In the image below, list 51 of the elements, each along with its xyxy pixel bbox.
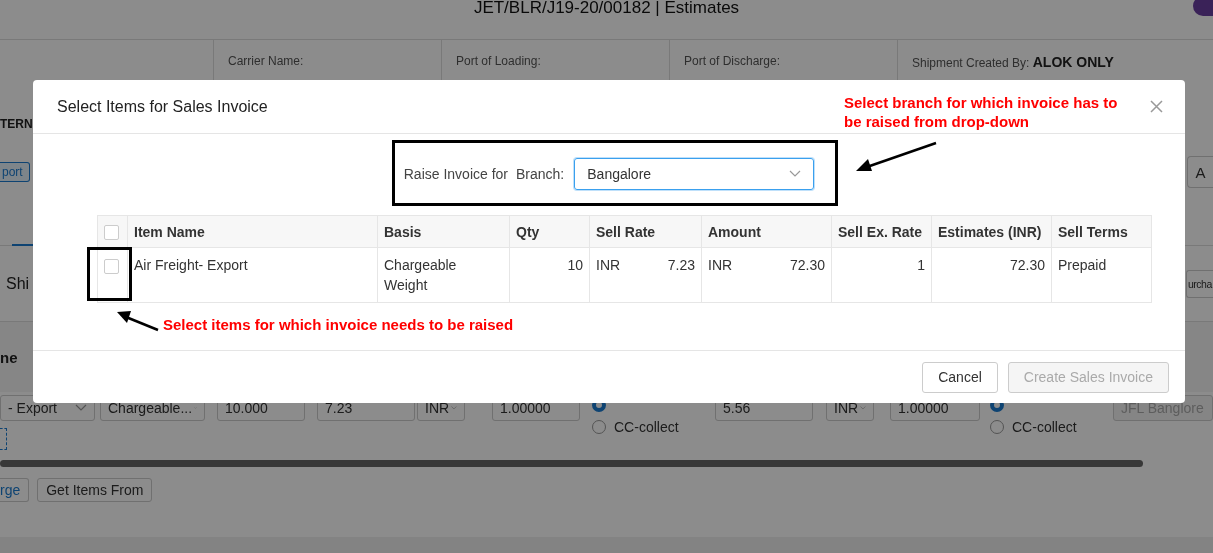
- caret-icon: [860, 404, 866, 412]
- currency-label: INR: [596, 256, 621, 275]
- section-title: Shi: [6, 274, 30, 293]
- table-header-cell: Sell Terms: [1051, 215, 1152, 248]
- table-header-cell: Sell Ex. Rate: [831, 215, 932, 248]
- mode-tag: port: [0, 162, 30, 182]
- radio-button[interactable]: [990, 420, 1004, 434]
- close-icon: [1150, 100, 1163, 113]
- highlight-frame: [87, 247, 132, 301]
- table-header-cell: Item Name: [127, 215, 378, 248]
- checkbox[interactable]: [104, 224, 119, 240]
- arrow-icon: [854, 141, 938, 173]
- branch-dropdown[interactable]: Bangalore: [574, 158, 815, 190]
- table-cell: 72.30: [931, 247, 1052, 303]
- branch-label: Branch:: [516, 166, 565, 182]
- table-cell: Air Freight- Export: [127, 247, 378, 303]
- dashed-box: [0, 428, 7, 450]
- column-header: ne: [0, 348, 18, 366]
- currency-label: INR: [708, 256, 733, 275]
- dialog-title: Select Items for Sales Invoice: [57, 97, 268, 116]
- radio-label: CC-collect: [614, 419, 679, 435]
- purchase-button[interactable]: urcha: [1186, 269, 1213, 298]
- caret-icon: [75, 404, 87, 412]
- radio-label: CC-collect: [1012, 419, 1077, 435]
- action-button[interactable]: A: [1187, 156, 1213, 188]
- company-name: TERN: [0, 117, 33, 131]
- table-cell: 10: [509, 247, 590, 303]
- radio-button[interactable]: [592, 420, 606, 434]
- table-header-cell: Estimates (INR): [931, 215, 1052, 248]
- page-title: JET/BLR/J19-20/00182 | Estimates: [473, 0, 740, 18]
- table-header-cell: Sell Rate: [589, 215, 702, 248]
- caret-icon: [789, 170, 802, 178]
- charge-button[interactable]: rge: [0, 478, 30, 502]
- table-cell: Chargeable Weight: [377, 247, 510, 303]
- table-header-cell: Qty: [509, 215, 590, 248]
- table-header-cell: Amount: [701, 215, 832, 248]
- table-cell: 1: [831, 247, 932, 303]
- rate-value: 7.23: [667, 256, 695, 275]
- annotation-text: Select items for which invoice needs to be raised: [163, 315, 514, 334]
- cancel-button[interactable]: Cancel: [922, 361, 998, 393]
- arrow-icon: [116, 310, 160, 332]
- table-header-cell: Basis: [377, 215, 510, 248]
- checkbox[interactable]: [104, 258, 119, 274]
- table-cell: Prepaid: [1051, 247, 1152, 303]
- get-items-button[interactable]: Get Items From: [37, 478, 153, 502]
- caret-icon: [451, 404, 457, 412]
- scrollbar[interactable]: [0, 460, 1143, 467]
- raise-invoice-label: Raise Invoice for: [403, 166, 508, 182]
- close-button[interactable]: [1148, 98, 1165, 115]
- amount-value: 72.30: [789, 256, 825, 275]
- badge: [1193, 0, 1213, 16]
